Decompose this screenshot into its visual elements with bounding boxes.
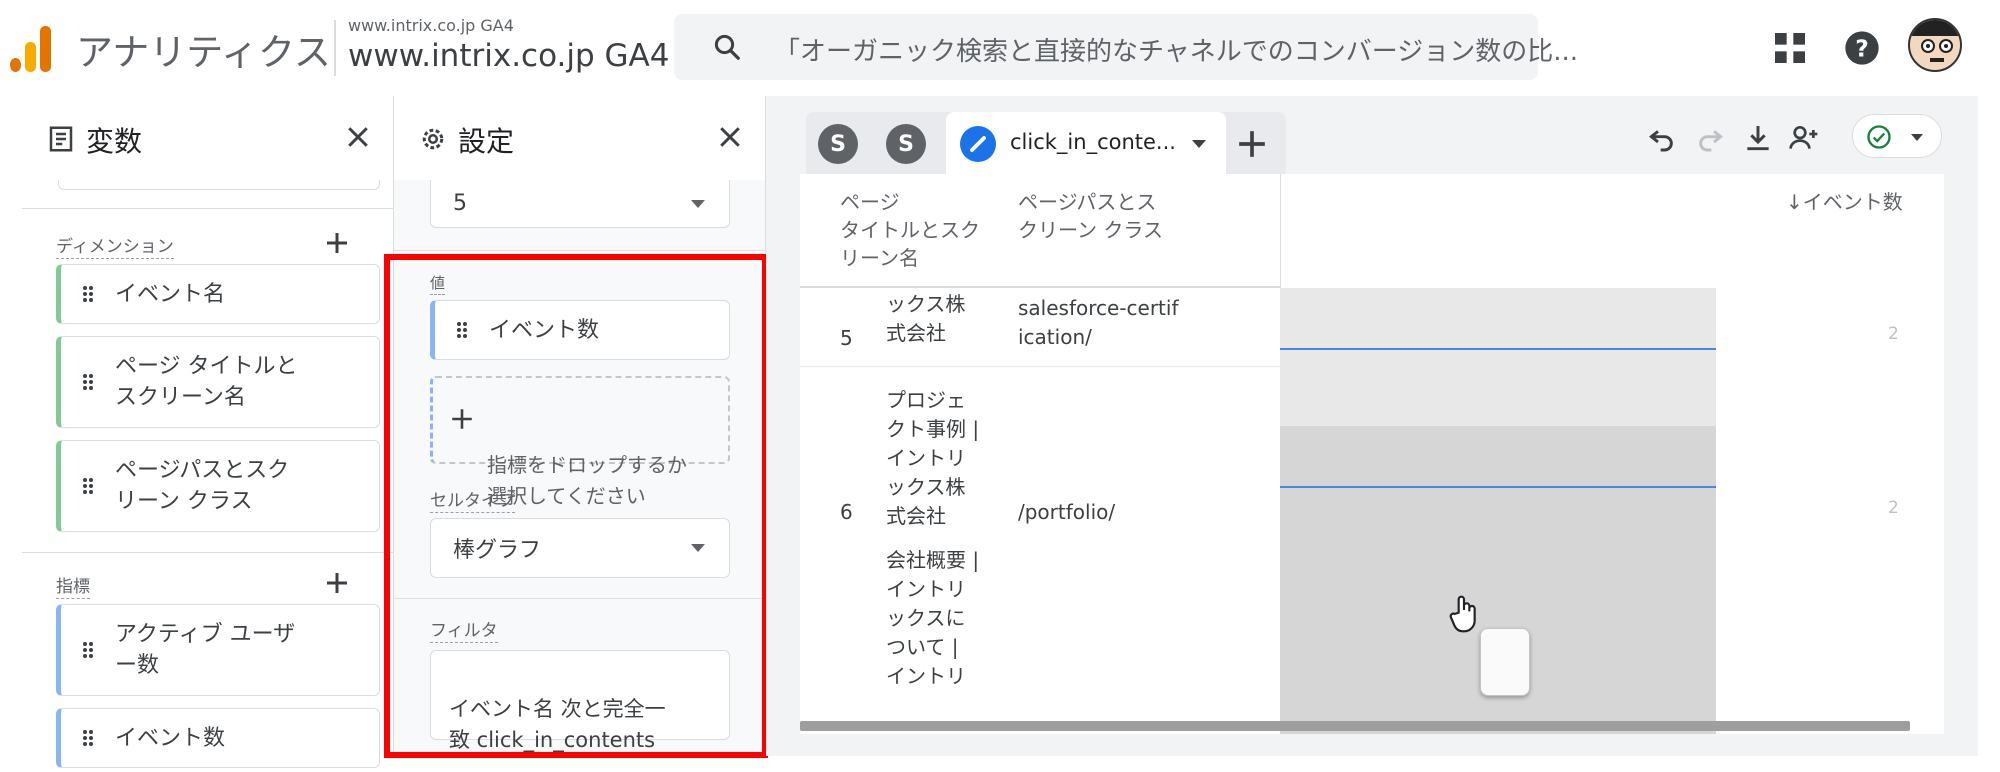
top-bar: アナリティクス www.intrix.co.jp GA4 www.intrix.…: [0, 0, 2000, 96]
section-divider: [394, 250, 765, 251]
gear-icon: [422, 128, 444, 150]
bar-row-6: [1280, 486, 1716, 488]
download-icon[interactable]: [1742, 122, 1774, 154]
rows-select[interactable]: 5: [430, 180, 730, 228]
header-divider: [800, 286, 1280, 288]
drag-handle-icon[interactable]: [81, 477, 95, 495]
tab-active[interactable]: click_in_conte...: [946, 112, 1226, 174]
variables-panel: 変数 ディメンション イベント名 ページ タイトルと スクリーン名 ページパスと…: [22, 96, 394, 768]
row-page-path: /portfolio/: [1018, 500, 1116, 524]
metric-chip-active-users[interactable]: アクティブ ユーザ ー数: [56, 604, 380, 696]
search-bar[interactable]: 「オーガニック検索と直接的なチャネルでのコンバージョン数の比...: [674, 14, 1578, 80]
tab-active-label: click_in_conte...: [1010, 130, 1176, 154]
dimension-chip-event-name[interactable]: イベント名: [56, 264, 380, 324]
report-canvas: S S click_in_conte... ページ タイトルとスク リーン名 ペ…: [766, 96, 1978, 756]
variables-list-icon: [49, 126, 73, 152]
metrics-label: 指標: [56, 572, 90, 599]
analytics-logo-icon[interactable]: [10, 24, 52, 72]
section-divider: [22, 208, 393, 209]
dimension-chip-page-path[interactable]: ページパスとスク リーン クラス: [56, 440, 380, 532]
column-header-page-title[interactable]: ページ タイトルとスク リーン名: [840, 188, 980, 272]
hand-cursor-icon: [1449, 595, 1476, 633]
pencil-icon: [960, 126, 996, 162]
variables-title: 変数: [86, 125, 143, 158]
add-dimension-button[interactable]: [322, 228, 352, 258]
chip-label: イベント数: [115, 725, 226, 751]
redo-icon[interactable]: [1694, 122, 1726, 154]
settings-header: 設定: [394, 96, 765, 180]
variables-body: ディメンション イベント名 ページ タイトルと スクリーン名 ページパスとスク …: [22, 180, 393, 768]
header-divider: [334, 20, 336, 76]
apps-grid-icon[interactable]: [1770, 28, 1810, 68]
bar-row-5: [1280, 348, 1716, 350]
row-index: 6: [840, 500, 853, 524]
help-icon[interactable]: ?: [1842, 28, 1882, 68]
add-tab-button[interactable]: [1230, 122, 1274, 166]
svg-text:?: ?: [1855, 34, 1869, 62]
row-page-path: salesforce-certif ication/: [1018, 296, 1179, 349]
row-index: 5: [840, 326, 853, 350]
highlight-box: [384, 254, 768, 758]
check-circle-icon: [1867, 125, 1891, 149]
search-input[interactable]: 「オーガニック検索と直接的なチャネルでのコンバージョン数の比...: [774, 31, 1578, 68]
dimensions-label: ディメンション: [56, 232, 174, 259]
tab-strip: S S click_in_conte...: [806, 112, 1286, 174]
add-metric-button[interactable]: [322, 568, 352, 598]
user-avatar[interactable]: [1908, 18, 1962, 72]
column-header-page-path[interactable]: ページパスとス クリーン クラス: [1018, 188, 1163, 244]
share-user-icon[interactable]: [1788, 122, 1820, 154]
tab-segment-2[interactable]: S: [886, 124, 926, 164]
chevron-down-icon: [691, 199, 705, 208]
close-icon[interactable]: [343, 122, 373, 152]
settings-title: 設定: [458, 125, 515, 158]
rows-select-value: 5: [453, 191, 467, 216]
free-form-table: ページ タイトルとスク リーン名 ページパスとス クリーン クラス ↓イベント数…: [800, 174, 1944, 734]
row-divider: [800, 366, 1280, 367]
save-status-menu[interactable]: [1852, 114, 1942, 158]
drag-handle-icon[interactable]: [81, 285, 95, 303]
property-selector[interactable]: www.intrix.co.jp GA4: [348, 38, 669, 74]
close-icon[interactable]: [715, 122, 745, 152]
chip-label: ページパスとスク リーン クラス: [115, 458, 290, 514]
dimension-chip-page-title[interactable]: ページ タイトルと スクリーン名: [56, 336, 380, 428]
drag-handle-icon[interactable]: [81, 373, 95, 391]
avatar-face-icon: [1910, 20, 1960, 62]
undo-icon[interactable]: [1646, 122, 1678, 154]
section-divider: [22, 552, 393, 553]
drag-handle-icon[interactable]: [81, 729, 95, 747]
row-page-title: 会社概要 | イントリ ックスに ついて | イントリ: [886, 548, 980, 688]
app-name: アナリティクス: [76, 31, 331, 74]
row-page-title: プロジェ クト事例 | イントリ ックス株 式会社: [886, 388, 980, 528]
bar-header: [1280, 174, 1716, 288]
horizontal-scrollbar[interactable]: [800, 721, 1910, 731]
metric-chip-event-count[interactable]: イベント数: [56, 708, 380, 768]
drag-handle-icon[interactable]: [81, 641, 95, 659]
chip-label: アクティブ ユーザ ー数: [115, 622, 296, 678]
previous-field-box: [58, 180, 380, 190]
row-value: 2: [1888, 324, 1899, 344]
search-icon: [714, 34, 740, 60]
drag-ghost-card: [1480, 628, 1530, 696]
column-header-event-count[interactable]: ↓イベント数: [1786, 188, 1903, 216]
row-value: 2: [1888, 498, 1899, 518]
chip-label: イベント名: [115, 281, 226, 307]
variables-header: 変数: [22, 96, 393, 180]
chevron-down-icon[interactable]: [1192, 140, 1206, 148]
tab-segment-1[interactable]: S: [818, 124, 858, 164]
row-page-title: ックス株 式会社: [886, 292, 966, 345]
chip-label: ページ タイトルと スクリーン名: [115, 354, 298, 410]
property-account[interactable]: www.intrix.co.jp GA4: [348, 16, 514, 35]
chevron-down-icon: [1911, 134, 1923, 141]
